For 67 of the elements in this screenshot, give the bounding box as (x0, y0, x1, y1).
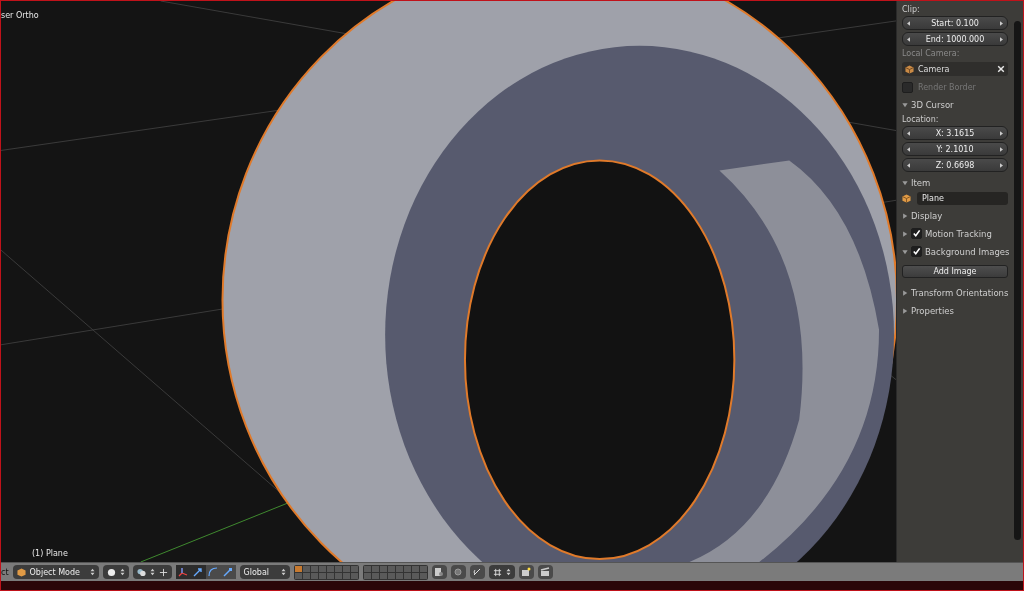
expanded-triangle-icon[interactable] (902, 101, 908, 108)
left-arrow-icon[interactable] (907, 36, 910, 42)
circles-icon (136, 567, 146, 577)
up-down-arrows-icon (149, 568, 155, 576)
number-field[interactable]: Z: 0.6698 (902, 158, 1008, 172)
number-field[interactable]: Start: 0.100 (902, 16, 1008, 30)
expanded-triangle-icon[interactable] (902, 248, 908, 255)
left-arrow-icon[interactable] (907, 146, 910, 152)
name-field[interactable]: Plane (917, 192, 1008, 205)
up-down-arrows-icon (119, 568, 125, 576)
right-arrow-icon[interactable] (1000, 130, 1003, 136)
field-label: Clip: (902, 5, 921, 14)
shading-dropdown[interactable] (102, 565, 129, 579)
left-arrow-icon[interactable] (907, 20, 910, 26)
panel-section-header[interactable]: Properties (902, 303, 1008, 318)
right-arrow-icon[interactable] (1000, 146, 1003, 152)
number-field[interactable]: End: 1000.000 (902, 32, 1008, 46)
orientation-dropdown[interactable]: Global (239, 565, 290, 579)
sphere-icon (106, 567, 116, 577)
add-image-button[interactable]: Add Image (902, 265, 1008, 278)
up-down-arrows-icon (280, 568, 286, 576)
panel-section-header[interactable]: Transform Orientations (902, 285, 1008, 300)
field-label: Location: (902, 115, 940, 124)
checkbox[interactable] (911, 246, 922, 257)
panel-section-header[interactable]: Display (902, 208, 1008, 223)
3d-viewport[interactable]: ser Ortho (1) Plane (1, 1, 896, 562)
field-label: Local Camera: (902, 49, 961, 58)
clapperboard-icon[interactable] (537, 565, 553, 579)
proportional-edit-icon[interactable] (450, 565, 466, 579)
panel-section-header[interactable]: Background Images (902, 244, 1008, 259)
collapsed-triangle-icon[interactable] (902, 212, 908, 219)
right-arrow-icon[interactable] (1000, 20, 1003, 26)
cross-arrows-icon[interactable] (158, 567, 168, 577)
pivot-dropdown[interactable] (132, 565, 172, 579)
checkbox[interactable] (902, 81, 913, 93)
axes-icon[interactable] (175, 565, 191, 579)
up-down-arrows-icon (89, 568, 95, 576)
panel-section-header[interactable]: Item (902, 175, 1008, 190)
expanded-triangle-icon[interactable] (902, 179, 908, 186)
up-down-arrows-icon (505, 568, 511, 576)
camera-field[interactable]: Camera (902, 62, 1008, 76)
view-name: ser Ortho (1, 11, 39, 20)
panel-section-header[interactable]: Motion Tracking (902, 226, 1008, 241)
mode-dropdown[interactable]: Object Mode (12, 565, 99, 579)
layer-buttons[interactable] (362, 564, 428, 580)
cube-icon (905, 64, 914, 74)
right-arrow-icon[interactable] (1000, 162, 1003, 168)
left-arrow-icon[interactable] (907, 130, 910, 136)
right-arrow-icon[interactable] (1000, 36, 1003, 42)
snap-dropdown[interactable] (488, 565, 515, 579)
left-arrow-icon[interactable] (907, 162, 910, 168)
cube-icon (902, 194, 911, 203)
clear-icon[interactable] (997, 65, 1005, 73)
number-field[interactable]: Y: 2.1010 (902, 142, 1008, 156)
object-label: (1) Plane (32, 549, 68, 558)
menu-item[interactable]: ct (1, 567, 9, 577)
render-icon[interactable] (518, 565, 534, 579)
grid-icon (492, 567, 502, 577)
number-field[interactable]: X: 3.1615 (902, 126, 1008, 140)
collapsed-triangle-icon[interactable] (902, 230, 908, 237)
layer-buttons[interactable] (293, 564, 359, 580)
cube-icon (16, 567, 26, 577)
checkbox[interactable] (911, 228, 922, 239)
collapsed-triangle-icon[interactable] (902, 307, 908, 314)
scrollbar[interactable] (1012, 1, 1023, 562)
panel-section-header[interactable]: 3D Cursor (902, 97, 1008, 112)
collapsed-triangle-icon[interactable] (902, 289, 908, 296)
